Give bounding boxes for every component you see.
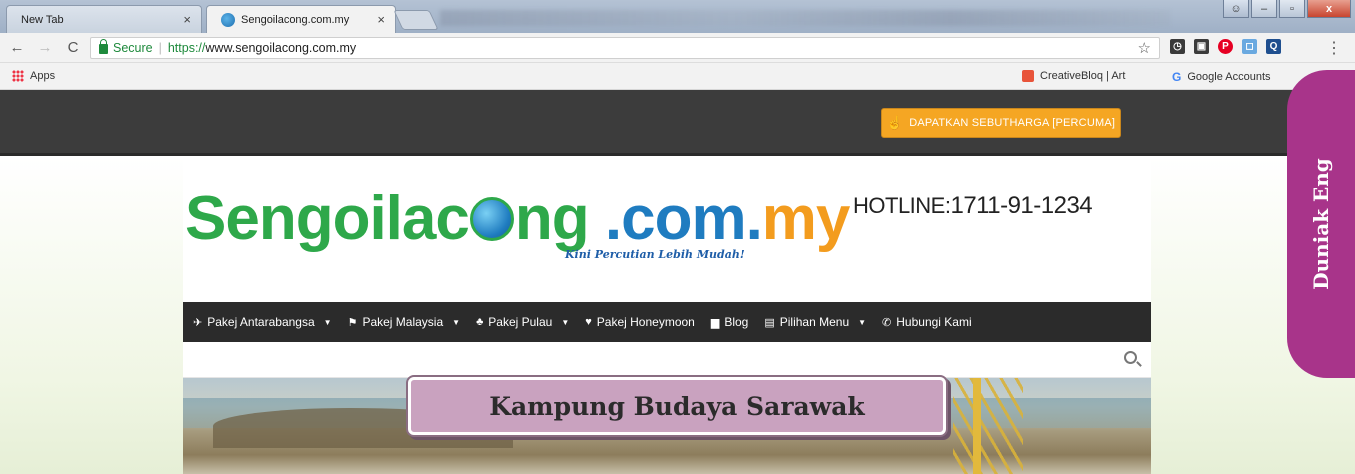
site-top-bar: ☝ DAPATKAN SEBUTHARGA [PERCUMA]	[0, 90, 1355, 156]
bookmark-label: CreativeBloq | Art	[1040, 70, 1126, 82]
free-quote-label: DAPATKAN SEBUTHARGA [PERCUMA]	[909, 117, 1116, 129]
nav-label: Pakej Pulau	[488, 315, 553, 329]
extension-clock-icon[interactable]: ◷	[1170, 39, 1185, 54]
main-navigation: ✈ Pakej Antarabangsa ▼ ⚑ Pakej Malaysia …	[183, 302, 1151, 342]
maximize-icon[interactable]: ▫	[1279, 0, 1305, 18]
secure-label: Secure	[113, 41, 153, 55]
heart-icon: ♥	[585, 316, 592, 328]
nav-blog[interactable]: ▆ Blog	[711, 315, 749, 329]
tab-close-icon[interactable]: ×	[377, 12, 385, 27]
hotline-label: HOTLINE:	[853, 193, 951, 218]
extension-square-icon[interactable]: ◻	[1242, 39, 1257, 54]
nav-label: Pilihan Menu	[779, 315, 850, 329]
bookmarks-bar: Apps CreativeBloq | Art G Google Account…	[0, 63, 1355, 90]
chevron-down-icon: ▼	[858, 317, 867, 327]
phone-icon: ✆	[882, 316, 892, 329]
hand-icon: ☝	[886, 115, 904, 130]
side-tab-label: Duniak Eng	[1309, 158, 1334, 290]
browser-toolbar: ← → C Secure | https:// www.sengoilacong…	[0, 33, 1355, 63]
tab-sengoilacong[interactable]: Sengoilacong.com.my ×	[206, 5, 396, 33]
nav-pakej-honeymoon[interactable]: ♥ Pakej Honeymoon	[585, 315, 695, 329]
nav-pakej-malaysia[interactable]: ⚑ Pakej Malaysia ▼	[348, 315, 461, 329]
blog-icon: ▆	[710, 316, 720, 329]
browser-tab-bar: New Tab × Sengoilacong.com.my × ☺ – ▫ x	[0, 0, 1355, 33]
creativebloq-icon	[1022, 70, 1034, 82]
url-scheme: https://	[167, 41, 206, 55]
side-tab-label-wrap: Duniak Eng	[1287, 70, 1355, 378]
tab-close-icon[interactable]: ×	[183, 12, 191, 27]
nav-hubungi-kami[interactable]: ✆ Hubungi Kami	[882, 315, 972, 329]
site-favicon-icon	[221, 12, 235, 27]
browser-menu-icon[interactable]: ⋮	[1326, 38, 1342, 58]
site-tagline: Kini Percutian Lebih Mudah!	[565, 248, 745, 261]
nav-label: Pakej Malaysia	[362, 315, 444, 329]
extension-search-icon[interactable]: Q	[1266, 39, 1281, 54]
apps-grid-icon	[12, 70, 24, 82]
flag-icon: ⚑	[347, 316, 358, 329]
nav-label: Hubungi Kami	[896, 315, 972, 329]
nav-label: Pakej Antarabangsa	[207, 315, 315, 329]
address-bar[interactable]: Secure | https:// www.sengoilacong.com.m…	[90, 37, 1160, 59]
plane-icon: ✈	[193, 316, 203, 329]
pinterest-icon[interactable]: P	[1218, 39, 1233, 54]
lock-icon	[99, 39, 108, 54]
new-tab-button[interactable]	[393, 10, 439, 30]
chevron-down-icon: ▼	[561, 317, 570, 327]
apps-shortcut[interactable]: Apps	[12, 70, 55, 82]
blurred-tabs-area	[440, 10, 1170, 26]
extension-badge-icon[interactable]: ▣	[1194, 39, 1209, 54]
back-arrow-icon[interactable]: ←	[6, 39, 28, 56]
nav-pakej-antarabangsa[interactable]: ✈ Pakej Antarabangsa ▼	[193, 315, 332, 329]
close-icon[interactable]: x	[1307, 0, 1351, 18]
tab-title: Sengoilacong.com.my	[241, 13, 350, 26]
apps-label: Apps	[30, 70, 56, 82]
logo-text-com: .com.	[604, 184, 763, 253]
tab-new-tab[interactable]: New Tab ×	[6, 5, 202, 33]
minimize-icon[interactable]: –	[1251, 0, 1277, 18]
hotline: HOTLINE:1711-91-1234	[853, 192, 1093, 220]
logo-text-my: my	[761, 184, 851, 253]
site-logo[interactable]: Sengoilac ng .com.my	[185, 188, 850, 250]
user-icon[interactable]: ☺	[1223, 0, 1249, 18]
list-icon: ▤	[764, 316, 775, 329]
globe-icon	[469, 197, 514, 241]
site-search-bar	[183, 342, 1151, 378]
caption-label: Kampung Budaya Sarawak	[408, 377, 946, 435]
forward-arrow-icon[interactable]: →	[34, 39, 56, 56]
bookmark-google-accounts[interactable]: G Google Accounts	[1172, 70, 1271, 84]
google-icon: G	[1172, 70, 1182, 84]
url-host: www.sengoilacong.com.my	[205, 41, 357, 55]
nav-pilihan-menu[interactable]: ▤ Pilihan Menu ▼	[764, 315, 866, 329]
reload-icon[interactable]: C	[62, 39, 84, 56]
omnibox-divider: |	[158, 41, 162, 55]
hotline-number[interactable]: 1711-91-1234	[950, 192, 1092, 219]
search-icon[interactable]	[1124, 351, 1137, 364]
bookmark-star-icon[interactable]: ☆	[1138, 39, 1151, 57]
logo-text-main: Sengoilac	[185, 184, 470, 253]
palm-icon: ♣	[476, 316, 484, 328]
bookmark-label: Google Accounts	[1187, 71, 1271, 83]
free-quote-button[interactable]: ☝ DAPATKAN SEBUTHARGA [PERCUMA]	[881, 108, 1121, 138]
hero-crane	[953, 378, 1023, 474]
bookmark-creativebloq[interactable]: CreativeBloq | Art	[1022, 70, 1125, 82]
extension-icons: ◷ ▣ P ◻ Q	[1170, 39, 1281, 54]
hero-crane-post	[973, 378, 981, 474]
nav-pakej-pulau[interactable]: ♣ Pakej Pulau ▼	[476, 315, 569, 329]
chevron-down-icon: ▼	[323, 317, 332, 327]
nav-label: Pakej Honeymoon	[596, 315, 695, 329]
side-tab: Duniak Eng	[1287, 70, 1355, 378]
tab-title: New Tab	[21, 13, 64, 26]
logo-text-ng: ng	[514, 184, 590, 253]
nav-label: Blog	[724, 315, 749, 329]
chevron-down-icon: ▼	[452, 317, 461, 327]
window-controls: ☺ – ▫ x	[1223, 0, 1351, 18]
